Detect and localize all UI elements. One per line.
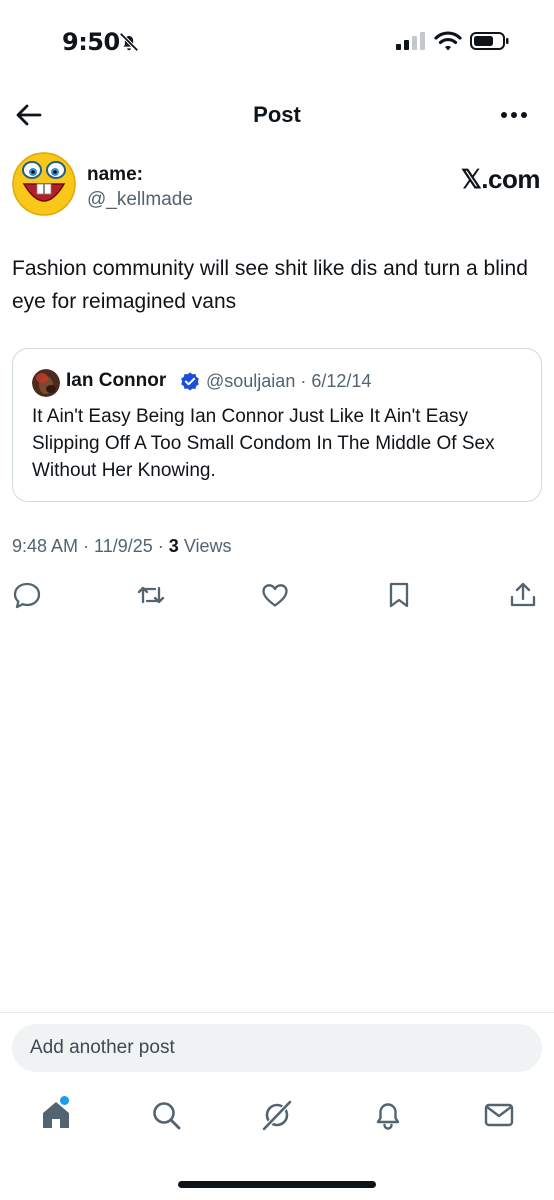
- bottom-tab-bar: [0, 1090, 554, 1150]
- post-actions: [0, 580, 554, 612]
- grok-icon[interactable]: [260, 1098, 294, 1132]
- notifications-icon[interactable]: [371, 1098, 405, 1132]
- post-date: 11/9/25: [94, 536, 153, 556]
- post-author: name: @_kellmade 𝕏.com: [12, 152, 542, 222]
- top-bar: Post: [0, 86, 554, 142]
- status-bar: 9:50: [0, 0, 554, 86]
- avatar-emoji[interactable]: [12, 152, 76, 216]
- reply-icon[interactable]: [12, 580, 42, 610]
- search-icon[interactable]: [149, 1098, 183, 1132]
- post-time: 9:48 AM: [12, 536, 79, 556]
- bell-off-icon: [119, 32, 139, 52]
- wifi-icon: [434, 31, 462, 51]
- status-time: 9:50: [62, 28, 120, 56]
- messages-icon[interactable]: [482, 1098, 516, 1132]
- post-meta: 9:48 AM · 11/9/25 · 3 Views: [12, 536, 232, 556]
- page-title: Post: [253, 102, 301, 127]
- quoted-post-card[interactable]: Ian Connor @souljaian · 6/12/14 It Ain't…: [12, 348, 542, 502]
- home-indicator: [178, 1181, 376, 1188]
- cellular-signal-icon: [396, 32, 425, 50]
- bookmark-icon[interactable]: [384, 580, 414, 610]
- author-display-name[interactable]: name:: [87, 164, 143, 186]
- reply-placeholder: Add another post: [30, 1037, 175, 1058]
- views-label[interactable]: Views: [184, 536, 232, 556]
- like-icon[interactable]: [260, 580, 290, 610]
- reply-input[interactable]: Add another post: [12, 1024, 542, 1072]
- home-notification-dot: [60, 1096, 69, 1105]
- post-text: Fashion community will see shit like dis…: [12, 257, 528, 313]
- author-handle[interactable]: @_kellmade: [87, 189, 193, 211]
- quoted-author-avatar: [32, 369, 60, 397]
- repost-icon[interactable]: [136, 580, 166, 610]
- quoted-post-text: It Ain't Easy Being Ian Connor Just Like…: [32, 406, 495, 481]
- more-options-icon[interactable]: [496, 100, 532, 130]
- views-count: 3: [168, 536, 179, 556]
- divider: [0, 1012, 554, 1013]
- quoted-handle-date: @souljaian · 6/12/14: [206, 371, 372, 391]
- verified-badge-icon: [181, 372, 199, 391]
- share-icon[interactable]: [508, 580, 538, 610]
- quoted-author-name: Ian Connor: [66, 370, 167, 391]
- battery-icon: [470, 32, 509, 50]
- x-brand-logo: 𝕏.com: [460, 164, 541, 194]
